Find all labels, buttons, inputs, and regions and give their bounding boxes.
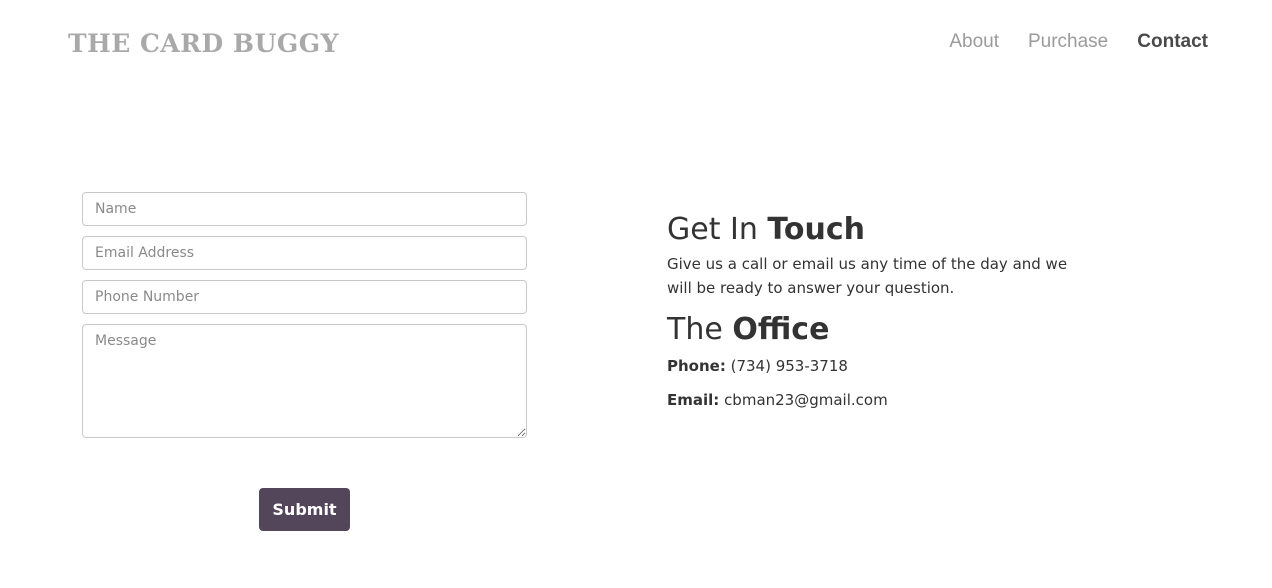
heading-light-text: Get In — [667, 212, 758, 247]
contact-info: Get In Touch Give us a call or email us … — [667, 208, 1087, 412]
email-line: Email: cbman23@gmail.com — [667, 388, 1087, 412]
heading-bold-text: Touch — [767, 212, 866, 247]
phone-line: Phone: (734) 953-3718 — [667, 354, 1087, 378]
submit-button[interactable]: Submit — [259, 488, 350, 531]
main-nav: About Purchase Contact — [949, 30, 1208, 54]
office-heading: The Office — [667, 308, 1087, 352]
email-label: Email: — [667, 391, 720, 409]
message-textarea[interactable] — [82, 324, 527, 438]
phone-input[interactable] — [82, 280, 527, 314]
nav-link-purchase[interactable]: Purchase — [1028, 30, 1108, 54]
get-in-touch-heading: Get In Touch — [667, 208, 1087, 252]
phone-label: Phone: — [667, 357, 726, 375]
name-input[interactable] — [82, 192, 527, 226]
phone-value: (734) 953-3718 — [730, 357, 848, 375]
nav-link-contact[interactable]: Contact — [1137, 30, 1208, 54]
site-logo[interactable]: THE CARD BUGGY — [68, 28, 339, 60]
office-light-text: The — [667, 312, 723, 347]
email-value[interactable]: cbman23@gmail.com — [724, 391, 888, 409]
office-bold-text: Office — [732, 312, 830, 347]
email-input[interactable] — [82, 236, 527, 270]
nav-link-about[interactable]: About — [949, 30, 999, 54]
intro-text: Give us a call or email us any time of t… — [667, 255, 1068, 297]
